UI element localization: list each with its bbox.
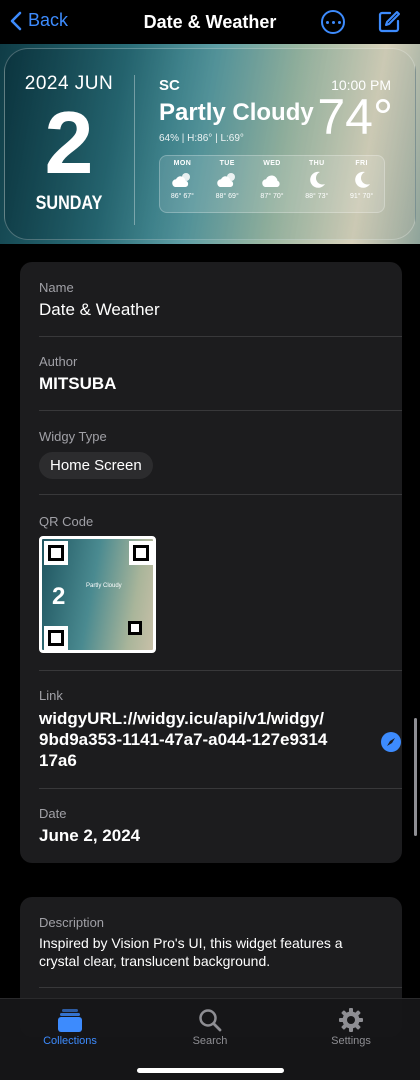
tab-settings[interactable]: Settings bbox=[311, 1005, 391, 1047]
weather-stats: 64% | H:86° | L:69° bbox=[159, 133, 244, 144]
date-row: Date June 2, 2024 bbox=[39, 806, 402, 846]
weekday: SUNDAY bbox=[35, 193, 103, 214]
date-panel: 2024 JUN 2 SUNDAY bbox=[19, 73, 119, 215]
widget-preview: 2024 JUN 2 SUNDAY SC 10:00 PM Partly Clo… bbox=[0, 44, 420, 244]
more-options-button[interactable] bbox=[321, 10, 345, 34]
qr-preview-text: Partly Cloudy bbox=[86, 583, 122, 589]
forecast-day-name: FRI bbox=[355, 160, 368, 167]
scroll-indicator[interactable] bbox=[414, 718, 417, 836]
forecast-high-low: 87° 70° bbox=[260, 193, 284, 200]
forecast-high-low: 91° 70° bbox=[350, 193, 374, 200]
gear-icon bbox=[339, 1008, 363, 1032]
search-icon bbox=[199, 1009, 222, 1032]
date-value: June 2, 2024 bbox=[39, 826, 141, 845]
qr-finder bbox=[129, 541, 153, 565]
compass-icon bbox=[387, 738, 395, 746]
cloud-icon bbox=[262, 175, 280, 187]
description-row: Description Inspired by Vision Pro's UI,… bbox=[39, 915, 402, 970]
open-link-button[interactable] bbox=[381, 732, 401, 752]
qr-finder bbox=[44, 626, 68, 650]
name-label: Name bbox=[39, 280, 74, 295]
author-value[interactable]: MITSUBA bbox=[39, 374, 402, 394]
date-label: Date bbox=[39, 806, 67, 821]
compose-icon bbox=[378, 11, 400, 33]
divider bbox=[39, 494, 402, 495]
forecast-day-name: THU bbox=[308, 160, 325, 167]
stack-icon bbox=[58, 1009, 82, 1032]
forecast-day-name: WED bbox=[263, 160, 281, 167]
author-row: Author MITSUBA bbox=[39, 354, 402, 394]
page-title: Date & Weather bbox=[143, 12, 277, 32]
qr-preview-day: 2 bbox=[52, 583, 66, 610]
description-text: Inspired by Vision Pro's UI, this widget… bbox=[39, 935, 343, 969]
home-indicator bbox=[137, 1068, 284, 1073]
temperature: 74° bbox=[317, 89, 393, 145]
qr-label: QR Code bbox=[39, 514, 94, 529]
moon-icon bbox=[354, 171, 370, 188]
partly-cloudy-icon bbox=[217, 173, 236, 187]
type-label: Widgy Type bbox=[39, 429, 107, 444]
edit-button[interactable] bbox=[377, 10, 401, 39]
weather-condition: Partly Cloudy bbox=[159, 99, 314, 126]
link-label: Link bbox=[39, 688, 63, 703]
date-weather-widget: 2024 JUN 2 SUNDAY SC 10:00 PM Partly Clo… bbox=[4, 48, 416, 240]
year-month: 2024 JUN bbox=[24, 73, 114, 94]
day-number: 2 bbox=[44, 93, 94, 192]
tab-collections[interactable]: Collections bbox=[30, 1005, 110, 1047]
qr-alignment bbox=[128, 621, 142, 635]
forecast-high-low: 86° 67° bbox=[170, 193, 194, 200]
forecast-day: WED 87° 70° bbox=[250, 156, 295, 212]
tab-label: Collections bbox=[43, 1035, 97, 1047]
forecast-day: THU 88° 73° bbox=[294, 156, 339, 212]
author-label: Author bbox=[39, 354, 78, 369]
divider bbox=[39, 788, 402, 789]
forecast-panel: MON 86° 67° TUE 88° 69° WED 87° 70° THU … bbox=[159, 155, 385, 213]
ellipsis-icon bbox=[325, 20, 329, 24]
link-row: Link widgyURL://widgy.icu/api/v1/widgy/9… bbox=[39, 688, 402, 771]
tab-label: Search bbox=[192, 1035, 228, 1047]
forecast-day: TUE 88° 69° bbox=[205, 156, 250, 212]
moon-icon bbox=[309, 171, 325, 188]
link-value[interactable]: widgyURL://widgy.icu/api/v1/widgy/9bd9a3… bbox=[39, 708, 329, 771]
divider bbox=[134, 75, 135, 225]
city: SC bbox=[159, 77, 180, 94]
qr-row: QR Code 2 Partly Cloudy bbox=[39, 514, 402, 653]
divider bbox=[39, 410, 402, 411]
description-label: Description bbox=[39, 915, 105, 930]
details-card: Name Date & Weather Author MITSUBA Widgy… bbox=[20, 262, 402, 863]
qr-finder bbox=[44, 541, 68, 565]
forecast-day: MON 86° 67° bbox=[160, 156, 205, 212]
type-row: Widgy Type Home Screen bbox=[39, 429, 402, 479]
forecast-high-low: 88° 73° bbox=[305, 193, 329, 200]
forecast-day: FRI 91° 70° bbox=[339, 156, 384, 212]
widgy-type-chip: Home Screen bbox=[39, 452, 153, 479]
name-value: Date & Weather bbox=[39, 300, 160, 319]
divider bbox=[39, 336, 402, 337]
tab-search[interactable]: Search bbox=[170, 1005, 250, 1047]
forecast-high-low: 88° 69° bbox=[215, 193, 239, 200]
forecast-day-name: TUE bbox=[219, 160, 235, 167]
qr-code[interactable]: 2 Partly Cloudy bbox=[39, 536, 156, 653]
divider bbox=[39, 670, 402, 671]
navigation-bar: Back Date & Weather bbox=[0, 0, 420, 44]
tab-label: Settings bbox=[331, 1035, 371, 1047]
partly-cloudy-icon bbox=[172, 173, 191, 187]
name-row: Name Date & Weather bbox=[39, 280, 402, 320]
forecast-day-name: MON bbox=[173, 160, 192, 167]
divider bbox=[39, 987, 402, 988]
